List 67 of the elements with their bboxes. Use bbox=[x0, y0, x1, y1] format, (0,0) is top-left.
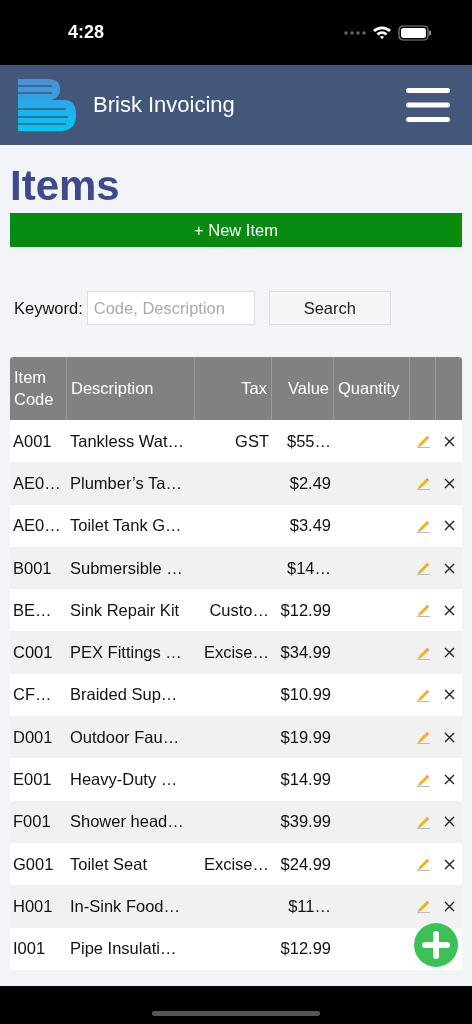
delete-icon[interactable] bbox=[443, 900, 455, 912]
delete-icon[interactable] bbox=[443, 604, 455, 616]
table-cell: D001 bbox=[13, 727, 53, 747]
table-cell: $2.49 bbox=[289, 473, 331, 493]
table-cell: GST bbox=[235, 431, 269, 451]
delete-icon[interactable] bbox=[443, 816, 455, 828]
table-cell: G001 bbox=[13, 854, 54, 874]
table-cell: Toilet Seat bbox=[70, 854, 148, 874]
logo-icon bbox=[18, 79, 76, 131]
table-cell: Heavy-Duty … bbox=[70, 770, 178, 789]
table-cell: I001 bbox=[13, 939, 46, 959]
table-cell: $39.99 bbox=[280, 812, 331, 832]
table-cell: BE… bbox=[13, 600, 52, 620]
table-cell: $55… bbox=[286, 431, 331, 451]
menu-icon[interactable] bbox=[406, 88, 450, 122]
table-cell: Excise… bbox=[203, 854, 269, 874]
table-cell: CF… bbox=[13, 685, 52, 705]
app-title: Brisk Invoicing bbox=[93, 92, 236, 118]
table-cell: $12.99 bbox=[280, 600, 331, 620]
status-time: 4:28 bbox=[68, 22, 105, 43]
table-cell: Excise… bbox=[203, 643, 269, 663]
delete-icon[interactable] bbox=[443, 858, 455, 870]
table-cell: F001 bbox=[13, 812, 51, 832]
battery-icon bbox=[398, 24, 432, 41]
wifi-icon bbox=[372, 25, 392, 40]
keyword-field[interactable]: Code, Description bbox=[86, 291, 255, 325]
delete-icon[interactable] bbox=[443, 647, 455, 659]
delete-icon[interactable] bbox=[443, 562, 455, 574]
table-cell: E001 bbox=[13, 770, 52, 789]
delete-icon[interactable] bbox=[443, 731, 455, 743]
table-cell: Toilet Tank G… bbox=[70, 516, 182, 536]
table-cell: Plumber’s Ta… bbox=[70, 473, 182, 493]
table-cell: H001 bbox=[13, 896, 53, 916]
table-cell: A001 bbox=[13, 431, 52, 451]
page-title: Items bbox=[10, 165, 121, 207]
table-cell: $12.99 bbox=[280, 939, 331, 959]
delete-icon[interactable] bbox=[443, 477, 455, 489]
search-button[interactable]: Search bbox=[268, 291, 391, 325]
table-cell: $19.99 bbox=[280, 727, 331, 747]
table-cell: $14.99 bbox=[280, 770, 331, 789]
table-cell: PEX Fittings … bbox=[70, 643, 182, 663]
new-item-button[interactable]: + New Item bbox=[10, 213, 462, 247]
table-cell: C001 bbox=[13, 643, 53, 663]
table-cell: B001 bbox=[13, 558, 52, 578]
table-cell: Braided Sup… bbox=[70, 685, 178, 705]
table-cell: $10.99 bbox=[280, 685, 331, 705]
delete-icon[interactable] bbox=[443, 774, 455, 785]
table-cell: In-Sink Food… bbox=[70, 896, 181, 916]
table-cell: $14… bbox=[286, 558, 331, 578]
table-cell: Custo… bbox=[209, 600, 269, 620]
keyword-label: Keyword: bbox=[14, 298, 83, 318]
table-cell: $3.49 bbox=[289, 516, 331, 536]
delete-icon[interactable] bbox=[443, 520, 455, 532]
table-cell: Submersible … bbox=[70, 558, 183, 578]
table-cell: $11… bbox=[288, 896, 331, 916]
delete-icon[interactable] bbox=[443, 435, 455, 447]
table-cell: Pipe Insulati… bbox=[70, 939, 177, 959]
table-cell: Tankless Wat… bbox=[70, 431, 184, 451]
table-cell: AE0… bbox=[13, 516, 61, 536]
table-cell: Sink Repair Kit bbox=[70, 600, 180, 620]
delete-icon[interactable] bbox=[443, 689, 455, 701]
table-cell: AE0… bbox=[13, 473, 61, 493]
table-cell: Shower head… bbox=[70, 812, 184, 832]
table-cell: Outdoor Fau… bbox=[70, 727, 180, 747]
table-cell: $24.99 bbox=[280, 854, 331, 874]
table-cell: $34.99 bbox=[280, 643, 331, 663]
signal-icon bbox=[344, 30, 366, 35]
